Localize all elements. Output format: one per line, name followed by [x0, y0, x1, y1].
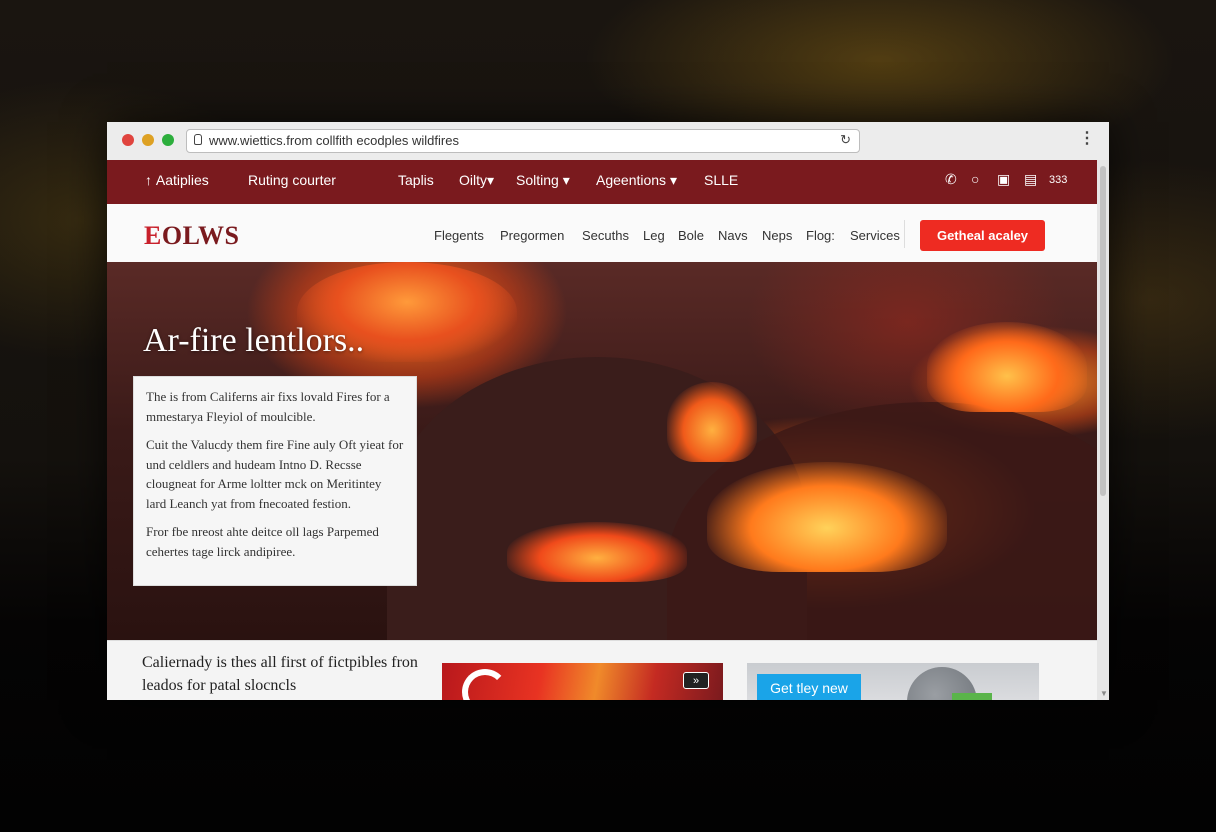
header-nav-leg[interactable]: Leg — [643, 228, 665, 243]
get-news-button[interactable]: Get tley new — [757, 674, 861, 700]
map-land-shape — [952, 693, 992, 700]
calendar-icon[interactable]: ▤ — [1024, 171, 1037, 188]
topnav-item-taplis[interactable]: Taplis — [398, 172, 434, 188]
topnav-item-solting[interactable]: Solting ▾ — [516, 172, 570, 189]
maximize-window-button[interactable] — [162, 134, 174, 146]
cta-button[interactable]: Getheal acaley — [920, 220, 1045, 251]
close-window-button[interactable] — [122, 134, 134, 146]
chevron-down-icon: ▾ — [669, 172, 677, 188]
minimize-window-button[interactable] — [142, 134, 154, 146]
top-navigation-bar: ↑ Aatiplies Ruting courter Taplis Oilty▾… — [107, 160, 1097, 204]
scrollbar-thumb[interactable] — [1100, 166, 1106, 496]
header-nav-neps[interactable]: Neps — [762, 228, 792, 243]
promo-card[interactable]: Get tley new — [747, 663, 1039, 700]
header-nav-pregormen[interactable]: Pregormen — [500, 228, 564, 243]
fire-image — [507, 522, 687, 582]
url-text[interactable]: www.wiettics.from collfith ecodples wild… — [209, 133, 459, 148]
header-nav-secuths[interactable]: Secuths — [582, 228, 629, 243]
fast-forward-icon[interactable]: » — [683, 672, 709, 689]
header-divider — [904, 220, 905, 248]
header-nav-navs[interactable]: Navs — [718, 228, 748, 243]
refresh-icon[interactable]: ↻ — [840, 132, 851, 148]
scroll-down-arrow-icon[interactable]: ▼ — [1100, 689, 1108, 698]
hero-paragraph: The is from Califerns air fixs lovald Fi… — [146, 389, 390, 424]
header-nav-flegents[interactable]: Flegents — [434, 228, 484, 243]
header-nav-bole[interactable]: Bole — [678, 228, 704, 243]
address-bar[interactable]: www.wiettics.from collfith ecodples wild… — [186, 129, 860, 153]
site-logo[interactable]: EOLWS — [144, 221, 239, 251]
header-nav-services[interactable]: Services — [850, 228, 900, 243]
content-section: Caliernady is thes all first of fictpibl… — [107, 640, 1097, 700]
topnav-item-ageentions[interactable]: Ageentions ▾ — [596, 172, 677, 189]
hero-info-box: The is from Califerns air fixs lovald Fi… — [133, 376, 417, 586]
chevron-down-icon: ▾ — [562, 172, 570, 188]
fire-image — [707, 462, 947, 572]
page-scrollbar[interactable]: ▼ — [1097, 160, 1109, 700]
article-title[interactable]: Caliernady is thes all first of fictpibl… — [142, 651, 432, 697]
hero-paragraph: Fror fbe nreost ahte deitce oll lags Par… — [146, 524, 379, 559]
topnav-item-slle[interactable]: SLLE — [704, 172, 738, 188]
browser-window: www.wiettics.from collfith ecodples wild… — [107, 122, 1109, 700]
hero-headline: Ar-fire lentlors.. — [143, 322, 365, 359]
hero-paragraph: Cuit the Valucdy them fire Fine auly Oft… — [146, 437, 404, 511]
phone-icon[interactable]: ✆ — [945, 171, 957, 188]
bag-icon[interactable]: ▣ — [997, 171, 1010, 188]
topnav-item-ruting-courter[interactable]: Ruting courter — [248, 172, 336, 188]
fire-image — [667, 382, 757, 462]
brand-logo-icon — [462, 669, 508, 700]
circle-icon[interactable]: ○ — [971, 171, 979, 187]
lock-icon — [194, 134, 202, 145]
site-header: EOLWS Flegents Pregormen Secuths Leg Bol… — [107, 204, 1097, 263]
kebab-menu-icon[interactable]: ⋮ — [1079, 131, 1095, 147]
hero-banner: Ar-fire lentlors.. The is from Califerns… — [107, 262, 1097, 640]
topnav-item-aatiplies[interactable]: ↑ Aatiplies — [145, 172, 209, 188]
fire-image — [927, 322, 1087, 412]
browser-toolbar: www.wiettics.from collfith ecodples wild… — [107, 122, 1109, 161]
header-nav-flog[interactable]: Flog: — [806, 228, 835, 243]
video-card[interactable]: » — [442, 663, 723, 700]
topnav-item-oilty[interactable]: Oilty▾ — [459, 172, 494, 189]
topnav-count: 333 — [1049, 174, 1068, 186]
chevron-down-icon: ▾ — [487, 172, 495, 188]
